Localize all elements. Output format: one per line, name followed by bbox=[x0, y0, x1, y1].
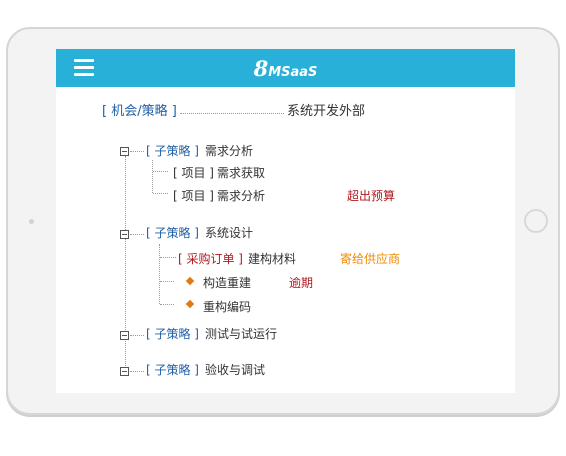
branch-line bbox=[153, 193, 168, 194]
collapse-icon[interactable] bbox=[120, 230, 129, 239]
tree-node-tag[interactable]: [ 子策略 ] bbox=[146, 144, 199, 158]
tree-child-label[interactable]: 构造重建 bbox=[203, 276, 251, 290]
app-logo: 8MSaaS bbox=[56, 56, 515, 81]
branch-line bbox=[160, 257, 176, 258]
root-label[interactable]: 系统开发外部 bbox=[287, 105, 365, 119]
tree-node-label[interactable]: 系统设计 bbox=[205, 226, 253, 240]
tree-node-label[interactable]: 需求分析 bbox=[205, 144, 253, 158]
bullet-diamond-icon bbox=[185, 276, 195, 286]
logo-number: 8 bbox=[253, 56, 269, 81]
branch-line bbox=[160, 304, 174, 305]
tree-child-label[interactable]: 建构材料 bbox=[248, 252, 296, 266]
tree-child-label[interactable]: 需求分析 bbox=[217, 189, 265, 203]
child-guide bbox=[152, 160, 153, 193]
top-bar: 8MSaaS bbox=[56, 49, 515, 87]
collapse-icon[interactable] bbox=[120, 331, 129, 340]
home-button[interactable] bbox=[524, 209, 548, 233]
status-over-budget: 超出预算 bbox=[347, 189, 396, 203]
collapse-icon[interactable] bbox=[120, 147, 129, 156]
tree-guide bbox=[125, 156, 126, 374]
root-tag[interactable]: [ 机会/策略 ] bbox=[102, 105, 177, 119]
tree-child-label[interactable]: 重构编码 bbox=[203, 300, 251, 314]
child-guide bbox=[159, 244, 160, 304]
branch-line bbox=[130, 151, 144, 152]
logo-text: MSaaS bbox=[268, 65, 318, 80]
collapse-icon[interactable] bbox=[120, 367, 129, 376]
branch-line bbox=[130, 371, 144, 372]
bullet-diamond-icon bbox=[185, 299, 195, 309]
branch-line bbox=[160, 281, 174, 282]
tablet-frame: 8MSaaS [ 机会/策略 ] 系统开发外部 [ 子策略 ] 需求分析 [ 项… bbox=[6, 27, 560, 415]
tree-child-label[interactable]: 需求获取 bbox=[217, 166, 265, 180]
camera-dot bbox=[29, 219, 34, 224]
tree-child-tag[interactable]: [ 项目 ] bbox=[173, 189, 214, 203]
root-leader bbox=[180, 113, 284, 114]
tree-node-label[interactable]: 验收与调试 bbox=[205, 363, 265, 377]
tree-node-tag[interactable]: [ 子策略 ] bbox=[146, 327, 199, 341]
branch-line bbox=[130, 335, 144, 336]
tree-child-tag[interactable]: [ 采购订单 ] bbox=[178, 252, 243, 266]
tree-child-tag[interactable]: [ 项目 ] bbox=[173, 166, 214, 180]
tree-node-tag[interactable]: [ 子策略 ] bbox=[146, 363, 199, 377]
tree-node-tag[interactable]: [ 子策略 ] bbox=[146, 226, 199, 240]
tree-node-label[interactable]: 测试与试运行 bbox=[205, 327, 277, 341]
branch-line bbox=[130, 234, 144, 235]
branch-line bbox=[153, 171, 168, 172]
status-sent-to-supplier: 寄给供应商 bbox=[340, 252, 401, 266]
app-screen: 8MSaaS [ 机会/策略 ] 系统开发外部 [ 子策略 ] 需求分析 [ 项… bbox=[56, 49, 515, 393]
status-overdue: 逾期 bbox=[289, 276, 314, 290]
